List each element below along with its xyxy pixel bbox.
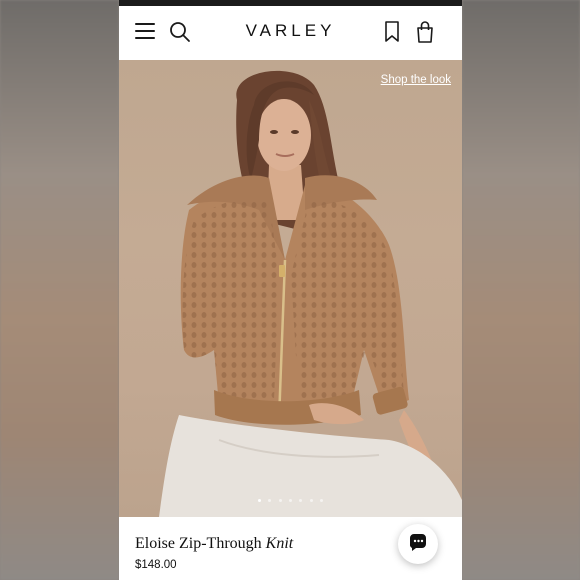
product-name-main: Eloise Zip-Through (135, 535, 262, 552)
chat-bubble-icon (409, 534, 426, 551)
app-screen: VARLEY Shop the look Eloise Zip-Through … (119, 0, 462, 580)
carousel-dot[interactable] (289, 499, 292, 502)
shopping-bag-icon[interactable] (416, 20, 434, 44)
product-info: Eloise Zip-Through Knit $148.00 (119, 517, 462, 580)
product-name[interactable]: Eloise Zip-Through Knit (135, 535, 293, 553)
top-nav: VARLEY (119, 6, 462, 60)
product-name-italic: Knit (265, 535, 294, 552)
bookmark-icon[interactable] (384, 21, 400, 43)
chat-button[interactable] (398, 524, 438, 564)
model-photo (159, 70, 462, 517)
carousel-dot[interactable] (257, 499, 261, 502)
carousel-dots[interactable] (119, 489, 462, 507)
carousel-dot[interactable] (320, 499, 324, 502)
carousel-dot[interactable] (309, 499, 313, 502)
product-hero-image[interactable]: Shop the look (119, 60, 462, 517)
background-left (0, 0, 119, 580)
carousel-dot[interactable] (278, 499, 282, 502)
product-price: $148.00 (135, 559, 177, 571)
carousel-dot[interactable] (268, 499, 272, 502)
shop-the-look-link[interactable]: Shop the look (381, 74, 451, 86)
background-right (462, 0, 580, 580)
brand-logo[interactable]: VARLEY (119, 21, 462, 41)
carousel-dot[interactable] (299, 499, 303, 502)
